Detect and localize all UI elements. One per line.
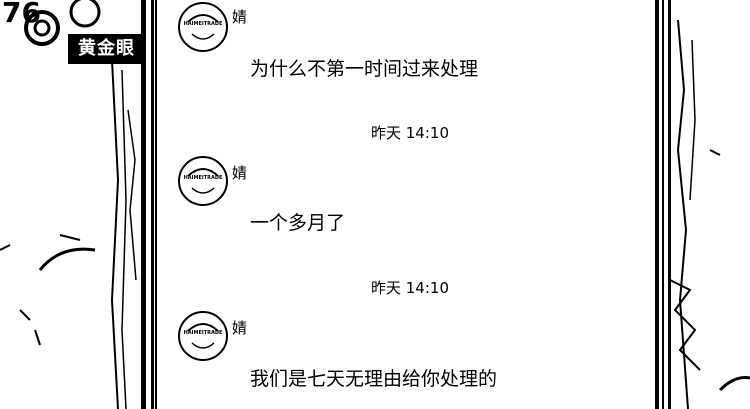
avatar-label: HAIMEITRADE	[183, 21, 223, 27]
message-timestamp: 昨天 14:10	[371, 124, 449, 142]
contact-avatar[interactable]: HAIMEITRADE	[178, 156, 228, 206]
avatar-label: HAIMEITRADE	[183, 175, 223, 181]
chat-thread: HAIMEITRADE 婧 为什么不第一时间过来处理 昨天 14:10 HAIM…	[160, 0, 660, 409]
sender-name: 婧	[232, 164, 248, 182]
message-text[interactable]: 我们是七天无理由给你处理的	[250, 364, 497, 391]
screenshot-frame: 76 黄金眼 HAIMEITRADE 婧 为什么不第一时间过来处理 昨天 14:…	[0, 0, 750, 409]
message-text[interactable]: 为什么不第一时间过来处理	[250, 54, 478, 81]
contact-avatar[interactable]: HAIMEITRADE	[178, 2, 228, 52]
message-timestamp: 昨天 14:10	[371, 279, 449, 297]
right-background-art	[655, 0, 750, 409]
avatar-logo-icon	[187, 168, 219, 194]
message-text[interactable]: 一个多月了	[250, 208, 345, 235]
sender-name: 婧	[232, 8, 248, 26]
contact-avatar[interactable]: HAIMEITRADE	[178, 311, 228, 361]
avatar-label: HAIMEITRADE	[183, 330, 223, 336]
watermark-brand-badge: 黄金眼	[68, 34, 145, 64]
avatar-logo-icon	[187, 14, 219, 40]
watermark-corner-text: 76	[2, 0, 41, 29]
right-background	[650, 0, 750, 409]
avatar-logo-icon	[187, 323, 219, 349]
sender-name: 婧	[232, 319, 248, 337]
